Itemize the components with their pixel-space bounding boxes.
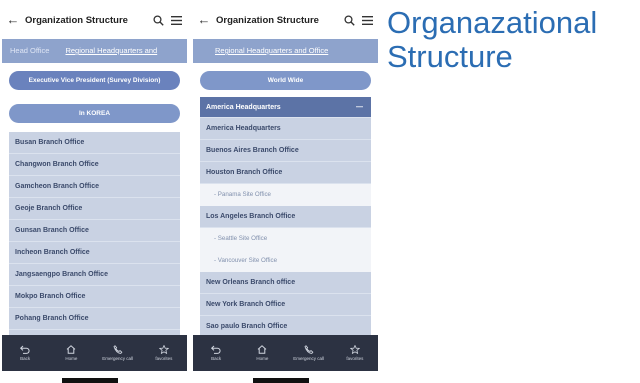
nav-back[interactable]: Back: [193, 335, 239, 371]
branch-office-list: America Headquarters — America Headquart…: [200, 97, 371, 335]
nav-favorites[interactable]: favorites: [332, 335, 378, 371]
list-item[interactable]: Gamcheon Branch Office: [9, 176, 180, 198]
home-indicator: [253, 378, 309, 383]
nav-back[interactable]: Back: [2, 335, 48, 371]
tab-regional-headquarters[interactable]: Regional Headquarters and: [57, 39, 165, 63]
nav-label: Emergency call: [293, 356, 324, 361]
app-bar: ← Organization Structure: [193, 8, 378, 32]
nav-label: Home: [256, 356, 269, 361]
region-world-wide-button[interactable]: World Wide: [200, 71, 371, 90]
phone-screen-world-wide: ← Organization Structure Regional Headqu…: [193, 0, 378, 383]
back-arrow-icon[interactable]: ←: [5, 8, 21, 32]
tab-bar: Head Office Regional Headquarters and: [2, 39, 187, 63]
phone-icon: [304, 345, 314, 354]
bottom-nav: Back Home Emergency call favorites: [193, 335, 378, 371]
heading-line-1: Organazational: [387, 5, 598, 40]
list-item[interactable]: Jangsaengpo Branch Office: [9, 264, 180, 286]
screen-title: Organization Structure: [25, 14, 128, 26]
list-item[interactable]: Changwon Branch Office: [9, 154, 180, 176]
list-item[interactable]: Geoje Branch Office: [9, 198, 180, 220]
region-korea-button[interactable]: In KOREA: [9, 104, 180, 123]
list-item[interactable]: Incheon Branch Office: [9, 242, 180, 264]
list-item[interactable]: Gunsan Branch Office: [9, 220, 180, 242]
branch-office-list: Busan Branch Office Changwon Branch Offic…: [9, 132, 180, 335]
list-item[interactable]: Busan Branch Office: [9, 132, 180, 154]
nav-label: Home: [65, 356, 78, 361]
list-item[interactable]: Houston Branch Office: [200, 162, 371, 184]
page-heading: Organazational Structure: [387, 6, 597, 74]
list-item[interactable]: America Headquarters: [200, 118, 371, 140]
nav-favorites[interactable]: favorites: [141, 335, 187, 371]
nav-home[interactable]: Home: [239, 335, 285, 371]
phone-icon: [113, 345, 123, 354]
star-icon: [158, 345, 169, 354]
list-item[interactable]: New Orleans Branch office: [200, 272, 371, 294]
back-arrow-icon: [20, 345, 30, 354]
nav-label: Emergency call: [102, 356, 133, 361]
nav-emergency-call[interactable]: Emergency call: [95, 335, 141, 371]
nav-label: favorites: [155, 356, 173, 361]
collapse-icon[interactable]: —: [356, 97, 363, 117]
sub-list-item[interactable]: - Seattle Site Office: [200, 228, 371, 250]
app-bar: ← Organization Structure: [2, 8, 187, 32]
america-headquarters-header[interactable]: America Headquarters —: [200, 97, 371, 118]
list-item[interactable]: Sao paulo Branch Office: [200, 316, 371, 335]
home-icon: [67, 345, 76, 354]
back-arrow-icon: [211, 345, 221, 354]
nav-emergency-call[interactable]: Emergency call: [286, 335, 332, 371]
bottom-nav: Back Home Emergency call favorites: [2, 335, 187, 371]
sub-list-item[interactable]: - Vancouver Site Office: [200, 250, 371, 272]
executive-vp-button[interactable]: Executive Vice President (Survey Divisio…: [9, 71, 180, 90]
phone-screen-korea: ← Organization Structure Head Office Reg…: [2, 0, 187, 383]
tab-regional-headquarters[interactable]: Regional Headquarters and Office: [193, 39, 336, 63]
back-arrow-icon[interactable]: ←: [196, 8, 212, 32]
home-indicator: [62, 378, 118, 383]
sub-list-item[interactable]: - Panama Site Office: [200, 184, 371, 206]
nav-label: favorites: [346, 356, 364, 361]
menu-icon[interactable]: [358, 8, 376, 32]
list-item[interactable]: Buenos Aires Branch Office: [200, 140, 371, 162]
home-icon: [258, 345, 267, 354]
nav-label: Back: [211, 356, 222, 361]
search-icon[interactable]: [340, 8, 358, 32]
tab-bar: Regional Headquarters and Office: [193, 39, 378, 63]
star-icon: [349, 345, 360, 354]
heading-line-2: Structure: [387, 39, 513, 74]
list-item[interactable]: Mokpo Branch Office: [9, 286, 180, 308]
tab-head-office[interactable]: Head Office: [2, 39, 57, 63]
list-item[interactable]: Pohang Branch Office: [9, 308, 180, 330]
list-item[interactable]: Los Angeles Branch Office: [200, 206, 371, 228]
header-label: America Headquarters: [206, 104, 281, 111]
screen-title: Organization Structure: [216, 14, 319, 26]
list-item[interactable]: New York Branch Office: [200, 294, 371, 316]
nav-label: Back: [20, 356, 31, 361]
menu-icon[interactable]: [167, 8, 185, 32]
nav-home[interactable]: Home: [48, 335, 94, 371]
search-icon[interactable]: [149, 8, 167, 32]
